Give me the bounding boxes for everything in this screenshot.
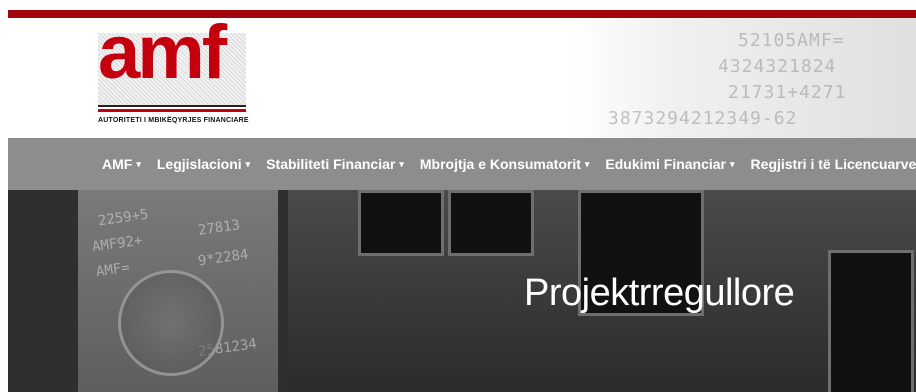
nav-item-label: Regjistri i të Licencuarve [750, 156, 916, 172]
caret-down-icon: ▾ [399, 158, 404, 169]
nav-item-amf[interactable]: AMF ▾ [102, 156, 141, 172]
hero-wall-number: 9*2284 [197, 246, 250, 270]
caret-down-icon: ▾ [136, 158, 141, 169]
nav-item-label: Stabiliteti Financiar [266, 156, 396, 172]
nav-item-edukimi-financiar[interactable]: Edukimi Financiar ▾ [605, 156, 734, 172]
header-art-line: 4324321824 [718, 56, 837, 77]
top-accent-bar [8, 10, 916, 18]
hero-wall-number: 27813 [197, 217, 242, 239]
nav-item-mbrojtja-e-konsumatorit[interactable]: Mbrojtja e Konsumatorit ▾ [420, 156, 590, 172]
header-art-line: 3873294212349-62 [608, 108, 798, 129]
hero-banner: 2259+5 AMF92+ AMF= 27813 9*2284 2581234 … [8, 190, 916, 392]
header-art-line: 21731+4271 [728, 82, 847, 103]
hero-wall-number: AMF92+ [91, 232, 144, 256]
logo-underline [98, 105, 246, 113]
logo-caption: AUTORITETI I MBIKËQYRJES FINANCIARE [98, 117, 249, 124]
caret-down-icon: ▾ [730, 158, 735, 169]
caret-down-icon: ▾ [584, 158, 590, 169]
header-background-art: 52105AMF= 4324321824 21731+4271 38732942… [568, 18, 916, 138]
nav-item-regjistri-i-te-licencuarve[interactable]: Regjistri i të Licencuarve ▾ [751, 156, 916, 172]
hero-wall-number: 2259+5 [97, 206, 150, 230]
hero-wall-number: AMF= [95, 259, 131, 281]
page-title: Projektrregullore [524, 272, 795, 314]
nav-item-label: AMF [102, 156, 133, 172]
caret-down-icon: ▾ [245, 158, 251, 169]
nav-item-label: Edukimi Financiar [605, 156, 727, 172]
building-window [358, 190, 444, 256]
nav-item-label: Legjislacioni [156, 156, 242, 172]
nav-item-stabiliteti-financiar[interactable]: Stabiliteti Financiar ▾ [266, 156, 404, 172]
nav-item-label: Mbrojtja e Konsumatorit [419, 156, 581, 172]
hero-seal-emblem [118, 270, 224, 376]
amf-logo[interactable]: amf AUTORITETI I MBIKËQYRJES FINANCIARE [98, 18, 249, 127]
page: 52105AMF= 4324321824 21731+4271 38732942… [0, 0, 916, 392]
nav-item-legjislacioni[interactable]: Legjislacioni ▾ [157, 156, 250, 172]
main-navigation: AMF ▾ Legjislacioni ▾ Stabiliteti Financ… [8, 138, 916, 190]
site-header: 52105AMF= 4324321824 21731+4271 38732942… [8, 18, 916, 138]
building-window [448, 190, 534, 256]
building-window [828, 250, 914, 392]
header-art-line: 52105AMF= [738, 30, 845, 51]
logo-wordmark: amf [98, 18, 227, 95]
